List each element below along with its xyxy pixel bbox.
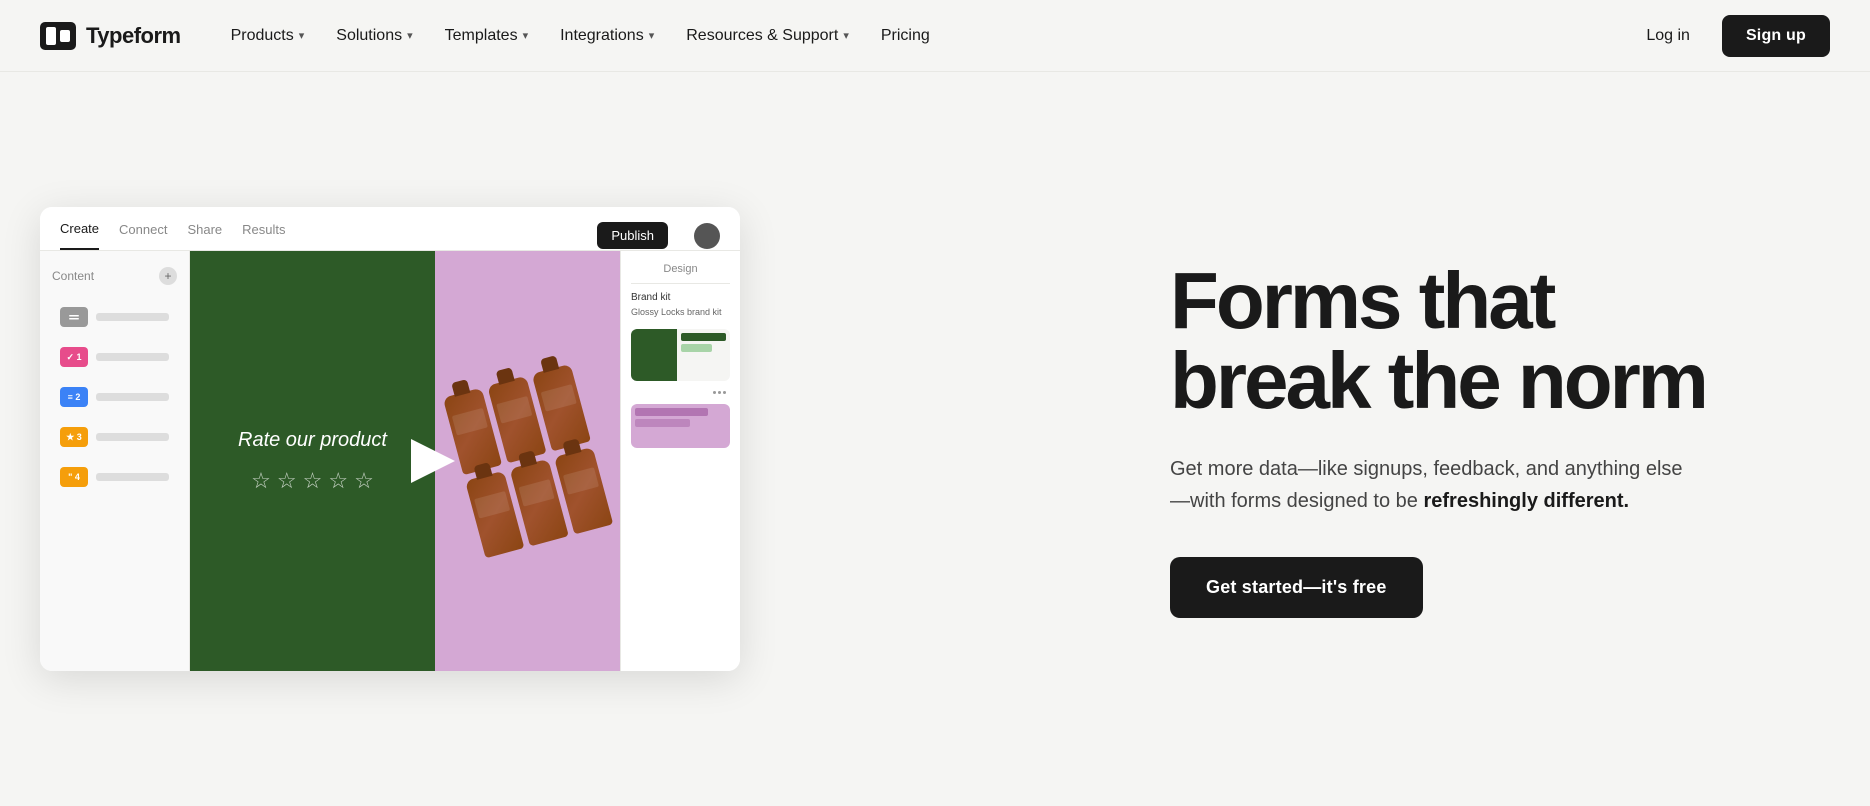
nav-templates-label: Templates (445, 27, 518, 45)
design-line-1 (681, 333, 727, 341)
nav-products[interactable]: Products ▾ (217, 19, 319, 53)
chevron-down-icon: ▾ (299, 29, 305, 42)
mockup-sidebar: Content + ✓ 1 ≡ 2 (40, 251, 190, 671)
chevron-down-icon: ▾ (407, 29, 413, 42)
list-item: ≡ 2 (52, 381, 177, 413)
mockup-tab-share[interactable]: Share (187, 222, 222, 249)
list-item: " 4 (52, 461, 177, 493)
nav-resources-label: Resources & Support (686, 27, 838, 45)
nav-pricing[interactable]: Pricing (867, 19, 944, 53)
star-5: ☆ (354, 468, 374, 494)
form-rate-label: Rate our product (238, 429, 387, 452)
hero-heading-line1: Forms that (1170, 256, 1553, 345)
mockup-container: Create Connect Share Results Publish Con… (40, 207, 740, 671)
list-item: ★ 3 (52, 421, 177, 453)
star-3: ☆ (303, 468, 323, 494)
sidebar-badge: ≡ 2 (60, 387, 88, 407)
hero-heading: Forms that break the norm (1170, 261, 1810, 421)
mockup-tab-create[interactable]: Create (60, 221, 99, 250)
design-card-2-content (631, 404, 730, 431)
nav-solutions[interactable]: Solutions ▾ (322, 19, 426, 53)
sidebar-badge: " 4 (60, 467, 88, 487)
product-mockup: Create Connect Share Results Publish Con… (40, 207, 740, 671)
nav-solutions-label: Solutions (336, 27, 402, 45)
sidebar-badge: ✓ 1 (60, 347, 88, 367)
nav-left: Typeform Products ▾ Solutions ▾ Template… (40, 19, 944, 53)
design-panel-label: Design (631, 263, 730, 284)
design-line-4 (635, 419, 690, 427)
sidebar-add-button[interactable]: + (159, 267, 177, 285)
mockup-tabs-bar: Create Connect Share Results Publish (40, 207, 740, 251)
brand-name: Typeform (86, 23, 181, 49)
nav-templates[interactable]: Templates ▾ (431, 19, 542, 53)
sidebar-badge: ★ 3 (60, 427, 88, 447)
signup-button[interactable]: Sign up (1722, 15, 1830, 57)
nav-resources[interactable]: Resources & Support ▾ (672, 19, 863, 53)
hero-subtext-bold: refreshingly different. (1423, 490, 1629, 512)
sidebar-content-label: Content (52, 269, 94, 283)
nav-products-label: Products (231, 27, 294, 45)
nav-pricing-label: Pricing (881, 27, 930, 45)
sidebar-header: Content + (52, 267, 177, 285)
hero-heading-line2: break the norm (1170, 336, 1706, 425)
design-card-dark (631, 329, 677, 381)
mockup-publish-button[interactable]: Publish (597, 222, 668, 249)
design-dot-2 (718, 391, 721, 394)
design-dot-1 (713, 391, 716, 394)
login-button[interactable]: Log in (1630, 19, 1706, 53)
chevron-down-icon: ▾ (649, 29, 655, 42)
logo[interactable]: Typeform (40, 22, 181, 50)
form-left-panel: Rate our product ☆ ☆ ☆ ☆ ☆ (190, 251, 435, 671)
list-item: ✓ 1 (52, 341, 177, 373)
design-dots (631, 389, 730, 396)
form-right-panel (435, 251, 620, 671)
nav-integrations-label: Integrations (560, 27, 644, 45)
design-line-2 (681, 344, 713, 352)
sidebar-item-line (96, 313, 169, 321)
sidebar-badge (60, 307, 88, 327)
design-card-2 (631, 404, 730, 448)
hero-subtext: Get more data—like signups, feedback, an… (1170, 453, 1690, 517)
mockup-main-area: Rate our product ☆ ☆ ☆ ☆ ☆ (190, 251, 620, 671)
sidebar-item-line (96, 473, 169, 481)
cta-button[interactable]: Get started—it's free (1170, 557, 1423, 618)
nav-integrations[interactable]: Integrations ▾ (546, 19, 668, 53)
mockup-design-panel: Design Brand kit Glossy Locks brand kit (620, 251, 740, 671)
glossy-locks-label: Glossy Locks brand kit (631, 307, 730, 317)
list-item (52, 301, 177, 333)
star-2: ☆ (277, 468, 297, 494)
logo-icon (40, 22, 76, 50)
mockup-avatar (694, 223, 720, 249)
sidebar-item-line (96, 393, 169, 401)
navbar: Typeform Products ▾ Solutions ▾ Template… (0, 0, 1870, 72)
design-line-3 (635, 408, 708, 416)
mockup-tab-connect[interactable]: Connect (119, 222, 167, 249)
nav-links: Products ▾ Solutions ▾ Templates ▾ Integ… (217, 19, 944, 53)
mockup-tab-results[interactable]: Results (242, 222, 285, 249)
form-preview: Rate our product ☆ ☆ ☆ ☆ ☆ (190, 251, 620, 671)
star-1: ☆ (251, 468, 271, 494)
brand-kit-label: Brand kit (631, 292, 730, 303)
product-bottles-grid (435, 339, 620, 582)
star-4: ☆ (328, 468, 348, 494)
form-stars: ☆ ☆ ☆ ☆ ☆ (251, 468, 374, 494)
nav-right: Log in Sign up (1630, 15, 1830, 57)
sidebar-item-line (96, 353, 169, 361)
design-dot-3 (723, 391, 726, 394)
chevron-down-icon: ▾ (843, 29, 849, 42)
hero-text: Forms that break the norm Get more data—… (1170, 261, 1810, 618)
chevron-down-icon: ▾ (523, 29, 529, 42)
mockup-body: Content + ✓ 1 ≡ 2 (40, 251, 740, 671)
design-card-light (677, 329, 731, 381)
design-card-1 (631, 329, 730, 381)
sidebar-item-line (96, 433, 169, 441)
hero-section: Create Connect Share Results Publish Con… (0, 72, 1870, 806)
